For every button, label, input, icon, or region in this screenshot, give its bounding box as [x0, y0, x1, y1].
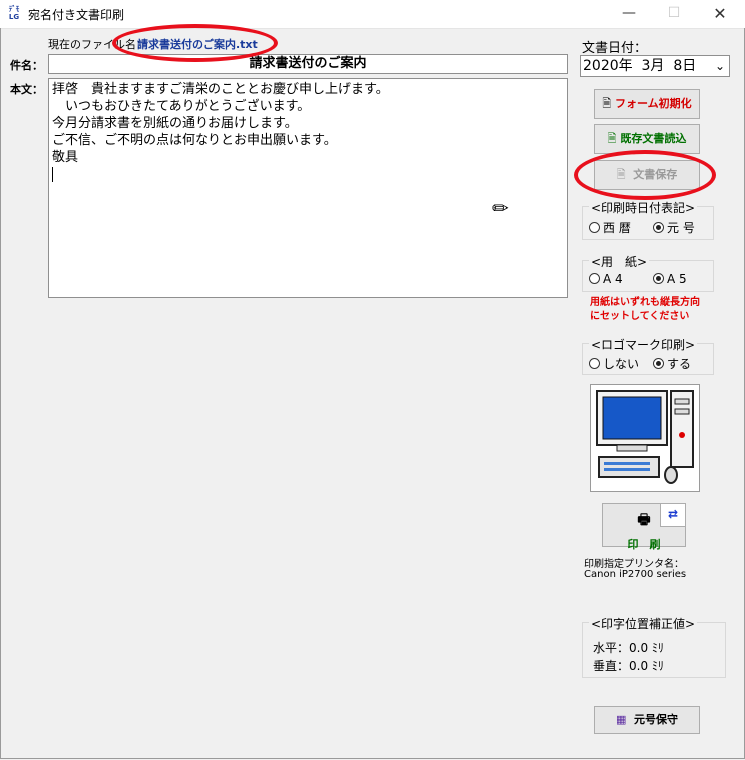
document-date-picker[interactable]: 2020年 3月 8日 ⌄: [580, 55, 730, 77]
app-icon: ﾃﾞﾓ LG: [8, 5, 20, 21]
paper-option-a5[interactable]: A 5: [653, 272, 687, 286]
chevron-down-icon[interactable]: ⌄: [715, 56, 725, 76]
computer-icon: [596, 390, 694, 484]
maximize-icon: ☐: [667, 5, 681, 21]
radio-selected-icon: [653, 358, 664, 369]
date-format-group: <印刷時日付表記> 西 暦 元 号: [582, 199, 714, 240]
load-document-label: 既存文書読込: [620, 132, 687, 145]
paper-note-line1: 用紙はいずれも縦長方向: [590, 297, 700, 308]
printer-label: 印刷指定プリンタ名：: [584, 559, 684, 570]
logo-no-label: しない: [603, 357, 640, 371]
date-format-era-label: 元 号: [667, 221, 695, 235]
document-icon: 🗎: [602, 97, 612, 110]
offset-vertical: 垂直：0.0 ﾐﾘ: [593, 659, 664, 673]
paper-option-a4[interactable]: A 4: [589, 272, 623, 286]
date-format-option-era[interactable]: 元 号: [653, 219, 695, 236]
minimize-icon[interactable]: —: [606, 0, 652, 28]
subject-label: 件名：: [10, 59, 43, 72]
pencil-cursor-icon: ✏: [492, 196, 509, 220]
window-title: 宛名付き文書印刷: [28, 8, 125, 22]
radio-icon: [589, 222, 600, 233]
print-offset-title: <印字位置補正値>: [589, 615, 698, 632]
logo-option-no[interactable]: しない: [589, 355, 639, 372]
annotation-ring-save: [574, 150, 716, 200]
paper-note: 用紙はいずれも縦長方向 にセットしてください: [590, 296, 700, 324]
swap-arrows-icon: ⇄: [667, 507, 679, 521]
offset-horizontal: 水平：0.0 ﾐﾘ: [593, 641, 664, 655]
text-caret: [52, 167, 53, 182]
logo-print-title: <ロゴマーク印刷>: [589, 336, 698, 353]
print-label: 印 刷: [627, 538, 661, 551]
document-date-value: 2020年 3月 8日: [583, 58, 697, 74]
paper-group: <用 紙> A 4 A 5: [582, 253, 714, 292]
era-maintenance-button[interactable]: ▦ 元号保守: [594, 706, 700, 734]
calendar-icon: ▦: [615, 713, 627, 726]
paper-note-line2: にセットしてください: [590, 311, 690, 322]
document-date-label: 文書日付：: [582, 41, 648, 56]
print-offset-group: <印字位置補正値> 水平：0.0 ﾐﾘ 垂直：0.0 ﾐﾘ: [582, 615, 726, 678]
date-format-western-label: 西 暦: [603, 221, 631, 235]
body-label: 本文：: [10, 83, 43, 96]
close-icon[interactable]: ✕: [697, 0, 743, 28]
paper-a4-label: A 4: [603, 272, 623, 286]
radio-selected-icon: [653, 222, 664, 233]
paper-a5-label: A 5: [667, 272, 687, 286]
radio-icon: [589, 273, 600, 284]
subject-field[interactable]: 請求書送付のご案内: [48, 54, 568, 74]
open-document-icon: 🗎: [607, 132, 617, 145]
radio-selected-icon: [653, 273, 664, 284]
date-format-option-western[interactable]: 西 暦: [589, 219, 631, 236]
printer-name: Canon iP2700 series: [584, 569, 687, 580]
radio-icon: [589, 358, 600, 369]
body-textarea[interactable]: 拝啓 貴社ますますご清栄のこととお慶び申し上げます。 いつもおひきたてありがとう…: [48, 78, 568, 298]
init-form-label: フォーム初期化: [615, 97, 692, 110]
logo-yes-label: する: [667, 357, 692, 371]
printer-settings-button[interactable]: ⇄: [660, 503, 686, 527]
body-text: 拝啓 貴社ますますご清栄のこととお慶び申し上げます。 いつもおひきたてありがとう…: [52, 82, 389, 165]
paper-title: <用 紙>: [589, 253, 650, 270]
era-maintenance-label: 元号保守: [634, 713, 679, 726]
init-form-button[interactable]: 🗎 フォーム初期化: [594, 89, 700, 119]
logo-print-group: <ロゴマーク印刷> しない する: [582, 336, 714, 375]
date-format-title: <印刷時日付表記>: [589, 199, 698, 216]
computer-image: [590, 384, 700, 492]
logo-option-yes[interactable]: する: [653, 355, 691, 372]
annotation-ring-filename: [112, 24, 278, 62]
